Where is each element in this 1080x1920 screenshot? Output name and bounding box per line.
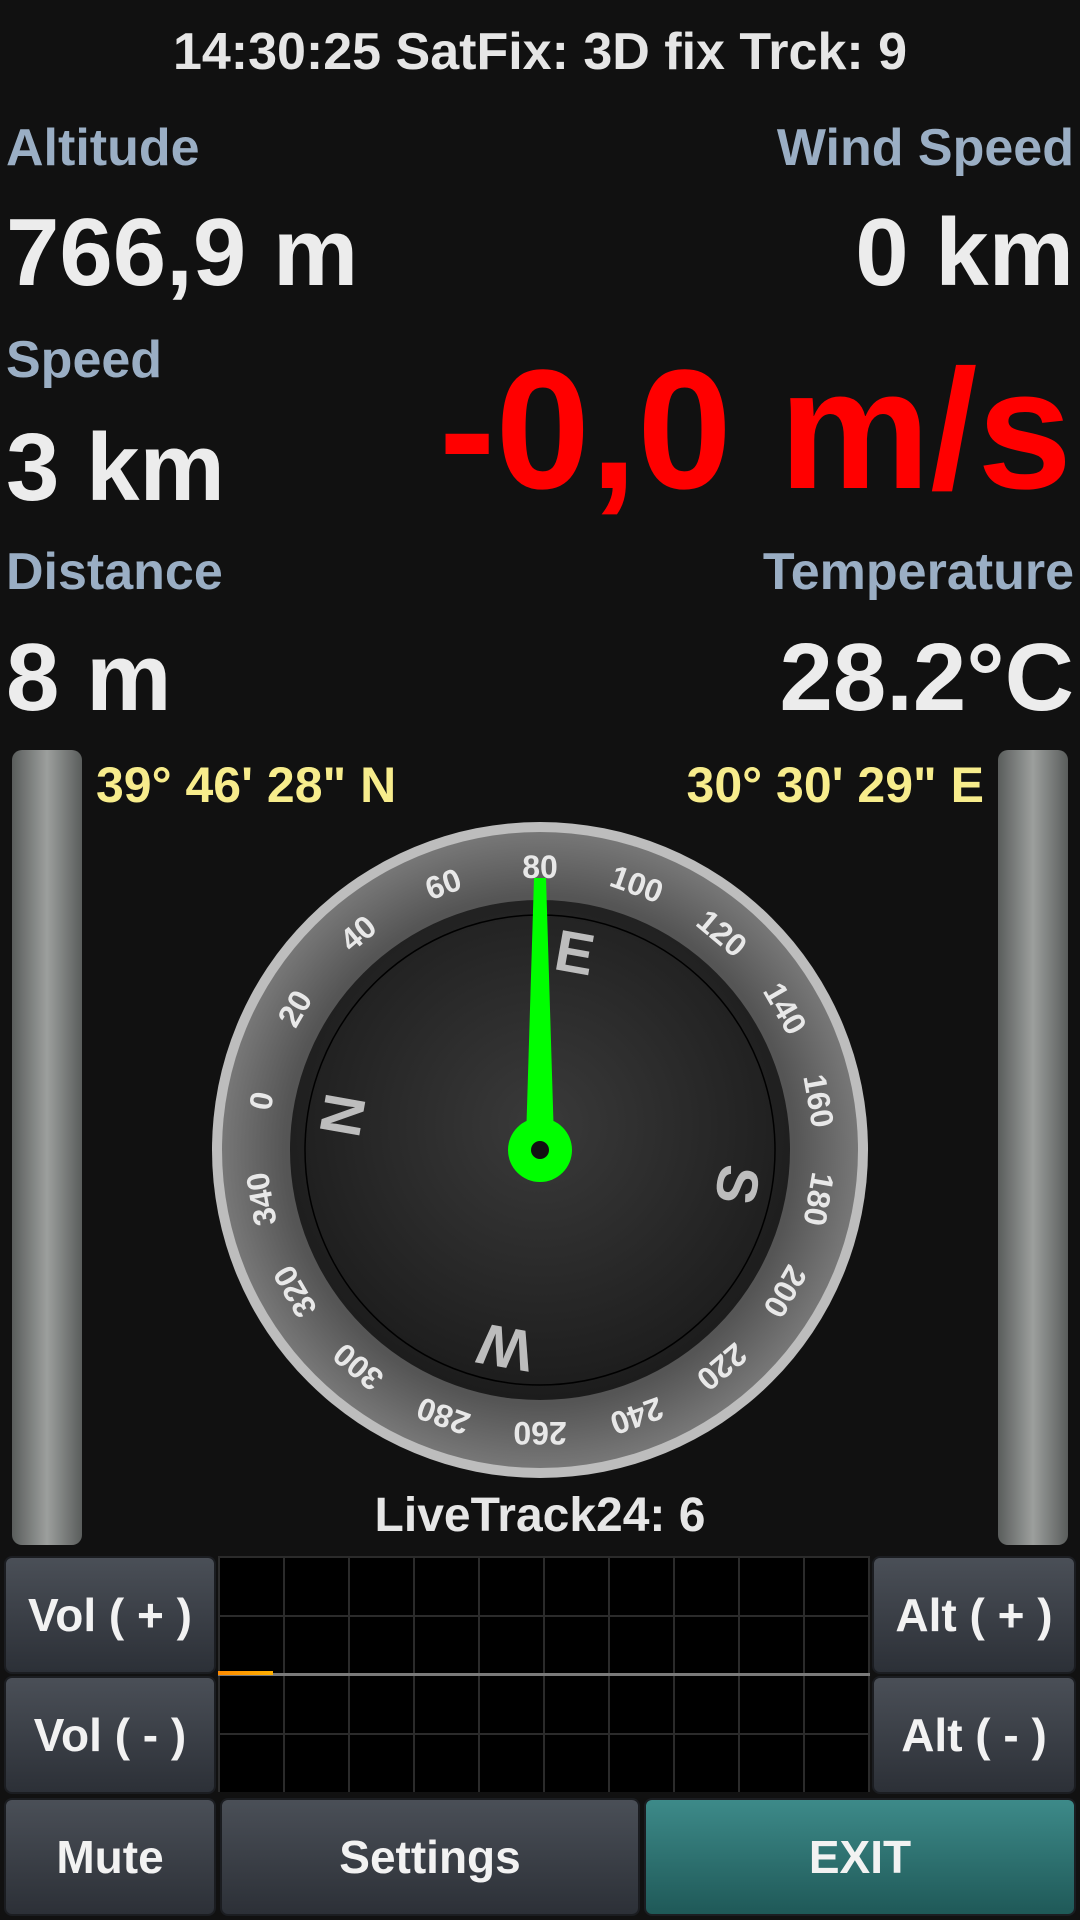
altitude-label: Altitude xyxy=(6,119,200,177)
graph-zero-line xyxy=(218,1673,870,1676)
compass: 0204060 80 1001201401601802002202402602803… xyxy=(212,822,868,1478)
mute-button[interactable]: Mute xyxy=(4,1798,216,1916)
settings-button[interactable]: Settings xyxy=(220,1798,640,1916)
longitude: 30° 30' 29" E xyxy=(686,757,984,813)
wind-speed-value: 0 km xyxy=(855,199,1074,306)
altitude-value: 766,9 m xyxy=(6,199,359,306)
wind-speed-label: Wind Speed xyxy=(776,119,1074,177)
latitude: 39° 46' 28" N xyxy=(96,757,397,813)
compass-cardinal-W: W xyxy=(472,1310,537,1384)
vario-graph xyxy=(218,1556,870,1792)
vol-up-button[interactable]: Vol ( + ) xyxy=(4,1556,216,1674)
compass-needle-pivot xyxy=(531,1141,549,1159)
temperature-label: Temperature xyxy=(762,543,1074,601)
alt-down-button[interactable]: Alt ( - ) xyxy=(872,1676,1076,1794)
exit-button[interactable]: EXIT xyxy=(644,1798,1076,1916)
livetrack-status: LiveTrack24: 6 xyxy=(374,1489,706,1542)
vario-value: -0,0 m/s xyxy=(438,335,1072,525)
distance-value: 8 m xyxy=(6,624,172,731)
compass-tick-260: 260 xyxy=(513,1415,566,1451)
graph-trace xyxy=(218,1671,273,1675)
right-slider-bar[interactable] xyxy=(998,750,1068,1545)
alt-up-button[interactable]: Alt ( + ) xyxy=(872,1556,1076,1674)
vol-down-button[interactable]: Vol ( - ) xyxy=(4,1676,216,1794)
speed-label: Speed xyxy=(6,331,163,389)
left-slider-bar[interactable] xyxy=(12,750,82,1545)
speed-value: 3 km xyxy=(6,414,225,521)
temperature-value: 28.2°C xyxy=(779,624,1074,731)
status-bar: 14:30:25 SatFix: 3D fix Trck: 9 xyxy=(172,23,908,81)
distance-label: Distance xyxy=(6,543,223,601)
